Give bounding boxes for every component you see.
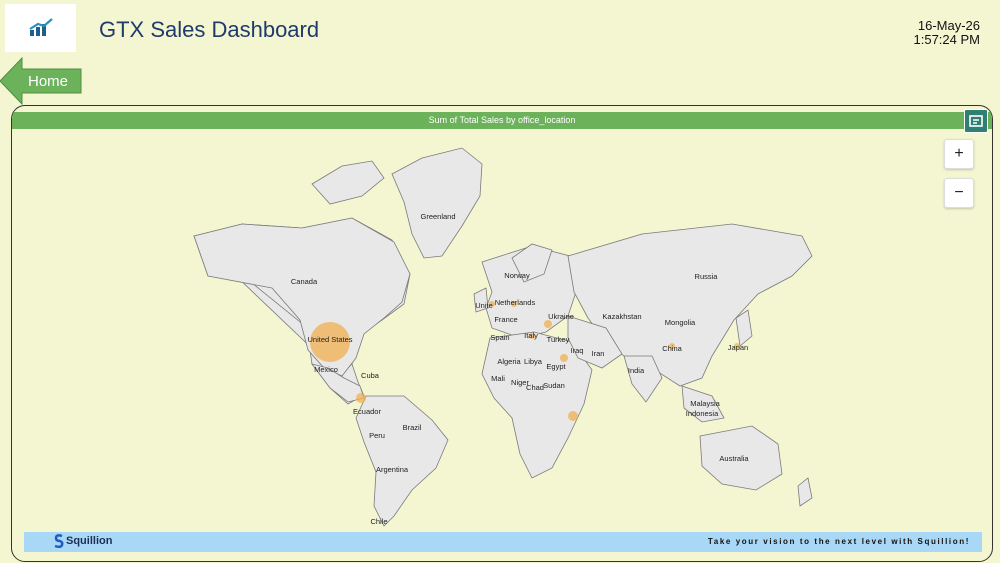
footer-tagline: Take your vision to the next level with … <box>707 537 970 546</box>
bubble-central-america <box>356 393 366 403</box>
label-china: China <box>662 344 682 353</box>
bubble-middle-east <box>560 354 568 362</box>
label-australia: Australia <box>719 454 749 463</box>
world-map[interactable]: Greenland Canada United States Mexico Cu… <box>12 106 992 561</box>
label-canada: Canada <box>291 277 318 286</box>
label-argentina: Argentina <box>376 465 409 474</box>
label-uk: Unite <box>475 301 493 310</box>
focus-mode-button[interactable] <box>964 109 988 133</box>
date-label: 16-May-26 <box>917 18 980 33</box>
focus-mode-icon <box>969 115 983 127</box>
squillion-logo-icon <box>54 534 64 548</box>
label-malaysia: Malaysia <box>690 399 720 408</box>
label-egypt: Egypt <box>546 362 566 371</box>
map-title: Sum of Total Sales by office_location <box>428 115 576 125</box>
label-algeria: Algeria <box>497 357 521 366</box>
bubble-europe-east <box>544 320 552 328</box>
label-norway: Norway <box>504 271 530 280</box>
home-label: Home <box>28 73 69 90</box>
label-france: France <box>494 315 517 324</box>
label-greenland: Greenland <box>420 212 455 221</box>
label-chile: Chile <box>370 517 387 526</box>
label-libya: Libya <box>524 357 543 366</box>
footer-bar: Squillion Take your vision to the next l… <box>24 532 982 552</box>
label-peru: Peru <box>369 431 385 440</box>
label-chad: Chad <box>526 383 544 392</box>
label-mongolia: Mongolia <box>665 318 696 327</box>
date-time-display: 16-May-26 1:57:24 PM <box>914 19 981 47</box>
map-title-bar: Sum of Total Sales by office_location <box>12 112 992 129</box>
new-zealand-shape <box>797 477 813 507</box>
label-russia: Russia <box>695 272 719 281</box>
label-united-states: United States <box>307 335 352 344</box>
chart-logo-icon <box>28 18 53 36</box>
label-iran: Iran <box>592 349 605 358</box>
zoom-in-button[interactable]: + <box>944 139 974 169</box>
home-button[interactable]: Home <box>0 57 82 105</box>
label-kazakhstan: Kazakhstan <box>602 312 641 321</box>
label-brazil: Brazil <box>403 423 422 432</box>
bubble-east-africa <box>568 411 578 421</box>
company-logo <box>5 4 76 52</box>
zoom-out-button[interactable]: − <box>944 178 974 208</box>
label-indonesia: Indonesia <box>686 409 719 418</box>
label-turkey: Turkey <box>547 335 570 344</box>
arctic-islands-shape <box>311 160 385 205</box>
canada-us-shape <box>193 217 411 377</box>
label-netherlands: Netherlands <box>495 298 536 307</box>
label-iraq: Iraq <box>571 346 584 355</box>
label-japan: Japan <box>728 343 748 352</box>
label-mexico: Mexico <box>314 365 338 374</box>
label-cuba: Cuba <box>361 371 380 380</box>
page-title: GTX Sales Dashboard <box>99 17 320 42</box>
label-spain: Spain <box>490 333 509 342</box>
label-india: India <box>628 366 645 375</box>
time-label: 1:57:24 PM <box>913 32 981 47</box>
label-sudan: Sudan <box>543 381 565 390</box>
label-ukraine: Ukraine <box>548 312 574 321</box>
label-italy: Italy <box>524 331 538 340</box>
label-ecuador: Ecuador <box>353 407 381 416</box>
brand-name: Squillion <box>66 535 113 547</box>
greenland-shape <box>391 147 483 259</box>
sales-map-visual: Greenland Canada United States Mexico Cu… <box>11 105 993 562</box>
label-mali: Mali <box>491 374 505 383</box>
